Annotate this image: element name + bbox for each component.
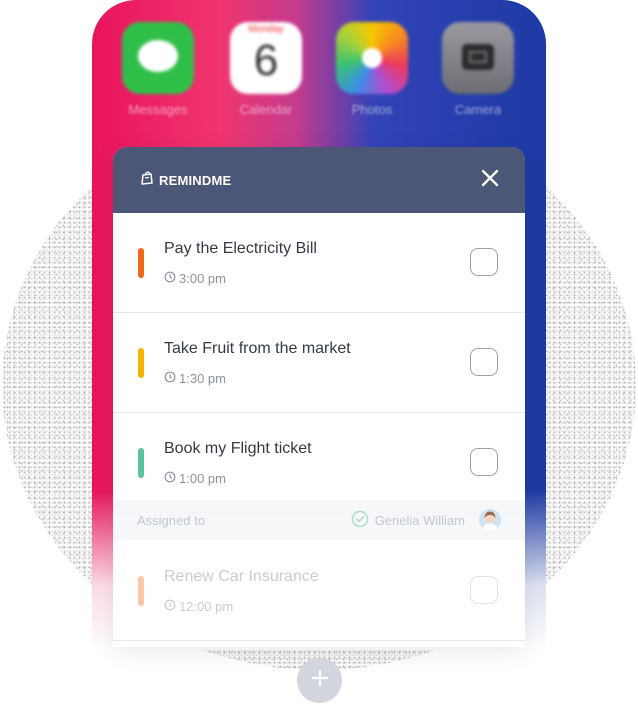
close-icon bbox=[481, 169, 499, 192]
priority-bar bbox=[138, 448, 144, 478]
assignee-name: Genelia William bbox=[374, 512, 465, 528]
task-time: 3:00 pm bbox=[179, 271, 226, 286]
assigned-label: Assigned to bbox=[137, 512, 205, 528]
plus-icon bbox=[311, 669, 329, 692]
task-time-row: 1:30 pm bbox=[164, 371, 226, 386]
avatar bbox=[479, 509, 501, 531]
task-title: Book my Flight ticket bbox=[164, 440, 312, 457]
clock-icon bbox=[164, 471, 176, 486]
task-time: 1:30 pm bbox=[179, 371, 226, 386]
app-label-messages: Messages bbox=[128, 102, 188, 117]
task-item[interactable]: Take Fruit from the market 1:30 pm bbox=[113, 313, 525, 413]
reminder-card: REMINDME Pay the Electricity Bill 3:00 p… bbox=[113, 147, 525, 647]
priority-bar bbox=[138, 348, 144, 378]
task-time-row: 1:00 pm bbox=[164, 471, 226, 486]
check-circle-icon bbox=[351, 510, 369, 531]
brand: REMINDME bbox=[140, 170, 232, 190]
calendar-date: 6 bbox=[253, 36, 279, 85]
task-checkbox[interactable] bbox=[470, 448, 498, 476]
clock-icon bbox=[164, 371, 176, 386]
task-title: Renew Car Insurance bbox=[164, 568, 319, 585]
priority-bar bbox=[138, 248, 144, 278]
task-time: 12:00 pm bbox=[179, 599, 234, 614]
task-item[interactable]: Renew Car Insurance 12:00 pm bbox=[113, 541, 525, 641]
task-time: 1:00 pm bbox=[179, 471, 226, 486]
task-item[interactable]: Pay the Electricity Bill 3:00 pm bbox=[113, 213, 525, 313]
photos-app-icon[interactable] bbox=[336, 22, 408, 94]
close-button[interactable] bbox=[479, 169, 501, 191]
task-title: Pay the Electricity Bill bbox=[164, 240, 317, 257]
brand-name: REMINDME bbox=[159, 172, 232, 188]
camera-app-icon[interactable] bbox=[442, 22, 514, 94]
bag-icon bbox=[140, 170, 154, 190]
task-checkbox[interactable] bbox=[470, 248, 498, 276]
clock-icon bbox=[164, 599, 176, 614]
task-time-row: 3:00 pm bbox=[164, 271, 226, 286]
card-header: REMINDME bbox=[113, 147, 525, 213]
assignee[interactable]: Genelia William bbox=[351, 509, 501, 531]
app-label-camera: Camera bbox=[454, 102, 502, 117]
calendar-app-icon[interactable]: Monday 6 bbox=[230, 22, 302, 94]
add-task-button[interactable] bbox=[297, 658, 342, 703]
priority-bar bbox=[138, 576, 144, 606]
app-label-photos: Photos bbox=[351, 102, 393, 117]
task-title: Take Fruit from the market bbox=[164, 340, 351, 357]
task-time-row: 12:00 pm bbox=[164, 599, 233, 614]
assigned-to-row: Assigned to Genelia William bbox=[113, 500, 525, 540]
app-label-calendar: Calendar bbox=[239, 102, 293, 117]
messages-app-icon[interactable] bbox=[122, 22, 194, 94]
clock-icon bbox=[164, 271, 176, 286]
task-checkbox[interactable] bbox=[470, 348, 498, 376]
task-item[interactable]: Book my Flight ticket 1:00 pm bbox=[113, 413, 525, 513]
task-checkbox[interactable] bbox=[470, 576, 498, 604]
calendar-weekday: Monday bbox=[248, 24, 284, 35]
